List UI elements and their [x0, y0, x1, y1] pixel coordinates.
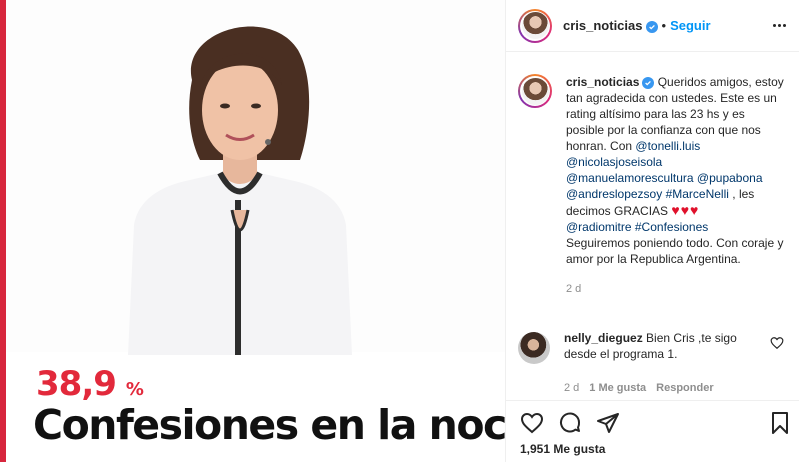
hearts-emoji: ♥♥♥ — [671, 202, 700, 218]
post-header: cris_noticias • Seguir — [506, 0, 799, 52]
share-icon[interactable] — [596, 411, 620, 435]
comment-meta: 2 d 1 Me gusta Responder — [564, 380, 760, 396]
verified-icon — [645, 21, 658, 33]
comment-likes[interactable]: 1 Me gusta — [589, 380, 646, 396]
mention-link[interactable]: @manuelamorescultura — [566, 171, 694, 185]
mention-link[interactable]: @pupabona — [697, 171, 763, 185]
actions-bar: 1,951 Me gusta — [506, 400, 799, 462]
verified-icon — [642, 77, 655, 89]
caption-username[interactable]: cris_noticias — [566, 75, 655, 89]
comment-avatar[interactable] — [518, 332, 550, 364]
bookmark-icon[interactable] — [768, 411, 792, 435]
rating-value: 38,9 — [36, 364, 117, 404]
more-icon[interactable] — [768, 14, 790, 36]
heart-icon[interactable] — [520, 411, 544, 435]
comment-item: nelly_dieguez Bien Cris ,te sigo desde e… — [518, 330, 788, 396]
mention-link[interactable]: @andreslopezsoy — [566, 187, 662, 201]
post-side-panel: cris_noticias • Seguir cris_noticias Que… — [505, 0, 799, 462]
mention-link[interactable]: @nicolasjoseisola — [566, 155, 662, 169]
comment-time[interactable]: 2 d — [564, 380, 579, 396]
heart-icon[interactable] — [770, 336, 784, 350]
likes-count[interactable]: 1,951 Me gusta — [520, 442, 605, 456]
caption-text: Seguiremos poniendo todo. Con coraje y a… — [566, 236, 784, 266]
header-avatar[interactable] — [518, 8, 552, 43]
rating-stat: 38,9 % — [36, 364, 144, 404]
mention-link[interactable]: @tonelli.luis — [635, 139, 700, 153]
follow-button[interactable]: Seguir — [670, 18, 710, 33]
hashtag-link[interactable]: #Confesiones — [635, 220, 708, 234]
reply-button[interactable]: Responder — [656, 380, 713, 396]
caption-body: cris_noticias Queridos amigos, estoy tan… — [566, 74, 786, 297]
caption-avatar[interactable] — [518, 74, 552, 108]
comment-icon[interactable] — [558, 411, 582, 435]
hashtag-link[interactable]: #MarceNelli — [666, 187, 729, 201]
comment-body: nelly_dieguez Bien Cris ,te sigo desde e… — [564, 330, 760, 396]
comment-username[interactable]: nelly_dieguez — [564, 331, 643, 345]
presenter-photo — [128, 26, 352, 355]
caption-time[interactable]: 2 d — [566, 281, 786, 297]
post-headline: Confesiones en la noche — [33, 401, 505, 449]
separator-dot: • — [661, 18, 667, 33]
rating-unit: % — [125, 379, 144, 400]
caption: cris_noticias Queridos amigos, estoy tan… — [518, 74, 786, 297]
header-username[interactable]: cris_noticias — [563, 18, 658, 33]
comments-section[interactable]: cris_noticias Queridos amigos, estoy tan… — [506, 52, 799, 400]
post-image[interactable]: 38,9 % Confesiones en la noche — [0, 0, 505, 462]
mention-link[interactable]: @radiomitre — [566, 220, 632, 234]
